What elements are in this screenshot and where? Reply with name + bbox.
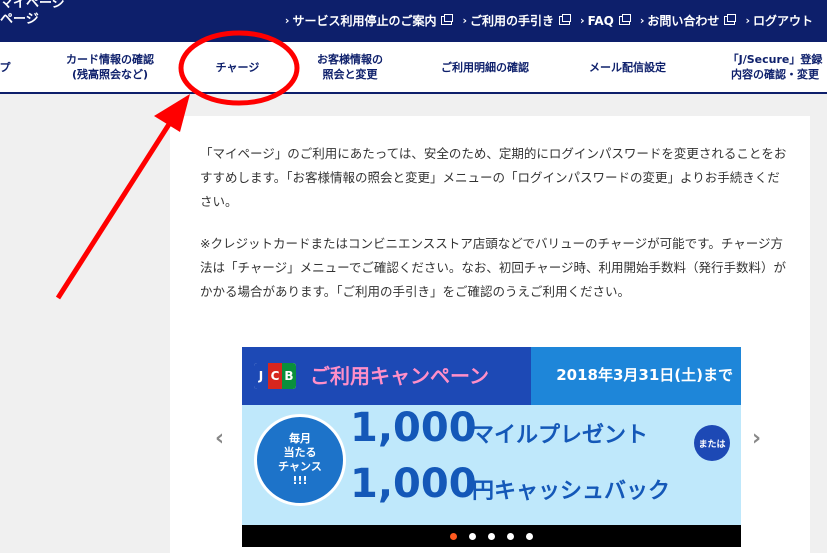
red-annotation: [55, 30, 300, 300]
highlight-circle: [178, 30, 300, 106]
arrow-head-icon: [154, 94, 190, 132]
arrow-shaft: [55, 116, 176, 300]
